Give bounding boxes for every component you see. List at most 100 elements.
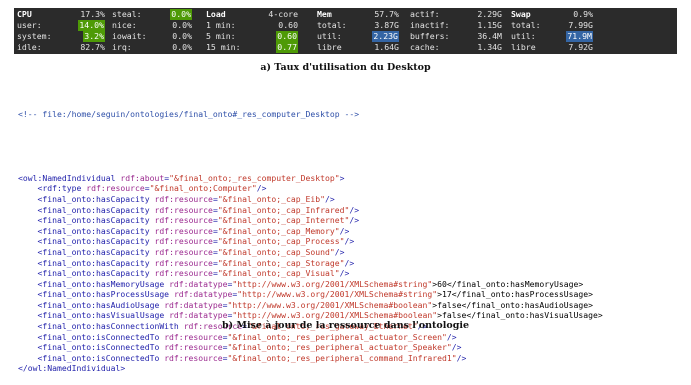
cpu-label: system: [17,31,52,41]
code-token-tag: <final_onto:hasCapacity [18,204,155,215]
code-token-tag: /> [451,342,462,353]
code-token-tag: <final_onto:hasCapacity [18,246,155,257]
mem2-label: inactif: [410,20,450,30]
cpu-row: idle: 82.7% [17,42,105,53]
load-header-row: Load 4-core [206,9,298,20]
cpu-header-row: CPU 17.3% [17,9,105,20]
code-token-tag: <final_onto:hasCapacity [18,215,155,226]
code-token-attr: rdf:datatype [169,278,228,289]
code-token-attr: rdf:datatype [169,310,228,321]
code-token-tag: <owl:NamedIndividual [18,172,121,183]
code-token-tag: /> [349,204,360,215]
code-token-tag: <final_onto:isConnectedTo [18,342,165,353]
code-token-tag: <final_onto:hasCapacity [18,268,155,279]
code-token-tag: /> [334,246,345,257]
cpu-section: CPU 17.3% user: 14.0% system: 3.2% idle: 82.7% [17,9,105,53]
code-token-tag: /> [344,257,355,268]
mem-label: util: [317,31,342,41]
code-line: <final_onto:isConnectedTo rdf:resource="… [18,332,691,343]
code-token-tag: /> [349,215,360,226]
code-token-attr: rdf:resource [154,204,213,215]
code-token-val: "&final_onto;_cap_Visual" [217,268,340,279]
swap-row: total: 7.99G [511,20,593,31]
cpu2-row: irq: 0.0% [112,42,192,53]
code-line: <final_onto:hasCapacity rdf:resource="&f… [18,194,691,205]
mem2-value: 1.34G [477,42,502,52]
code-token-attr: rdf:about [120,172,165,183]
cpu2-label: irq: [112,42,132,52]
code-token-tag: /> [344,236,355,247]
mem-row: total: 3.87G [317,20,399,31]
cpu2-row: steal: 0.0% [112,9,192,20]
swap-value: 7.92G [568,42,593,52]
mem2-label: cache: [410,42,440,52]
code-token-txt: >17</final_onto:hasProcessUsage> [437,289,594,300]
cpu-detail-section: steal: 0.0% nice: 0.0% iowait: 0.0% irq: 0.0% [112,9,192,53]
code-token-tag: <final_onto:hasProcessUsage [18,289,174,300]
code-token-val: "&final_onto;_res_peripheral_actuator_Sc… [227,331,447,342]
load-value: 0.77 [276,42,298,53]
code-token-txt: >false</final_onto:hasAudioUsage> [432,299,594,310]
load-section: Load 4-core 1 min: 0.60 5 min: 0.60 15 min: 0.7… [206,9,298,53]
code-token-attr: rdf:resource [164,352,223,363]
mem2-row: buffers: 36.4M [410,31,502,42]
code-token-attr: rdf:datatype [164,299,223,310]
mem-label: libre [317,42,342,52]
cpu-header-value: 17.3% [80,9,105,19]
load-value: 0.60 [278,20,298,30]
code-token-val: "&final_onto;_res_peripheral_command_Inf… [227,352,457,363]
code-token-val: "&final_onto;Computer" [149,183,257,194]
mem-value: 1.64G [374,42,399,52]
mem2-value: 36.4M [477,31,502,41]
caption-a: a) Taux d'utilisation du Desktop [260,62,431,73]
cpu-label: idle: [17,42,42,52]
code-line: <owl:NamedIndividual rdf:about="&final_o… [18,173,691,184]
load-label: 5 min: [206,31,236,41]
code-lines: <owl:NamedIndividual rdf:about="&final_o… [18,173,691,374]
code-token-attr: rdf:resource [154,215,213,226]
xml-code-listing: <!-- file:/home/seguin/ontologies/final_… [18,88,691,385]
code-line: <final_onto:hasMemoryUsage rdf:datatype=… [18,279,691,290]
mem-header-value: 57.7% [374,9,399,19]
code-token-val: "http://www.w3.org/2001/XMLSchema#boolea… [227,299,433,310]
cpu2-value: 0.0% [170,9,192,20]
code-token-val: "http://www.w3.org/2001/XMLSchema#string… [237,289,438,300]
load-header: Load [206,9,226,19]
cpu2-value: 0.0% [172,42,192,52]
code-token-attr: rdf:resource [154,257,213,268]
code-token-val: "http://www.w3.org/2001/XMLSchema#boolea… [232,310,438,321]
code-token-attr: rdf:resource [154,246,213,257]
caption-b: b) Mise à jour de la ressource dans l'on… [221,320,469,331]
cpu2-row: iowait: 0.0% [112,31,192,42]
mem2-value: 2.29G [477,9,502,19]
code-line: <final_onto:hasCapacity rdf:resource="&f… [18,215,691,226]
cpu-value: 14.0% [78,20,105,31]
swap-header-row: Swap 0.9% [511,9,593,20]
code-line: <final_onto:hasProcessUsage rdf:datatype… [18,289,691,300]
code-token-attr: rdf:resource [86,183,145,194]
code-line: <final_onto:hasAudioUsage rdf:datatype="… [18,300,691,311]
cpu2-label: iowait: [112,31,147,41]
code-line: <final_onto:hasCapacity rdf:resource="&f… [18,247,691,258]
mem-row: util: 2.23G [317,31,399,42]
load-label: 1 min: [206,20,236,30]
code-line: <final_onto:isConnectedTo rdf:resource="… [18,353,691,364]
cpu-label: user: [17,20,42,30]
file-comment: <!-- file:/home/seguin/ontologies/final_… [18,109,360,120]
code-token-attr: rdf:resource [154,236,213,247]
code-token-tag: <final_onto:hasCapacity [18,236,155,247]
swap-label: libre [511,42,536,52]
load-label: 15 min: [206,42,241,52]
code-token-tag: /> [446,331,457,342]
code-token-val: "&final_onto;_cap_Infrared" [217,204,350,215]
code-token-tag: </owl:NamedIndividual> [18,363,126,374]
cpu-value: 82.7% [80,42,105,52]
code-token-val: "&final_onto;_cap_Internet" [217,215,350,226]
code-token-val: "&final_onto;_cap_Sound" [217,246,335,257]
mem2-row: cache: 1.34G [410,42,502,53]
cpu-value: 3.2% [83,31,105,42]
load-header-value: 4-core [268,9,298,19]
code-token-tag: <final_onto:hasCapacity [18,193,155,204]
cpu2-value: 0.0% [172,31,192,41]
mem-label: total: [317,20,347,30]
